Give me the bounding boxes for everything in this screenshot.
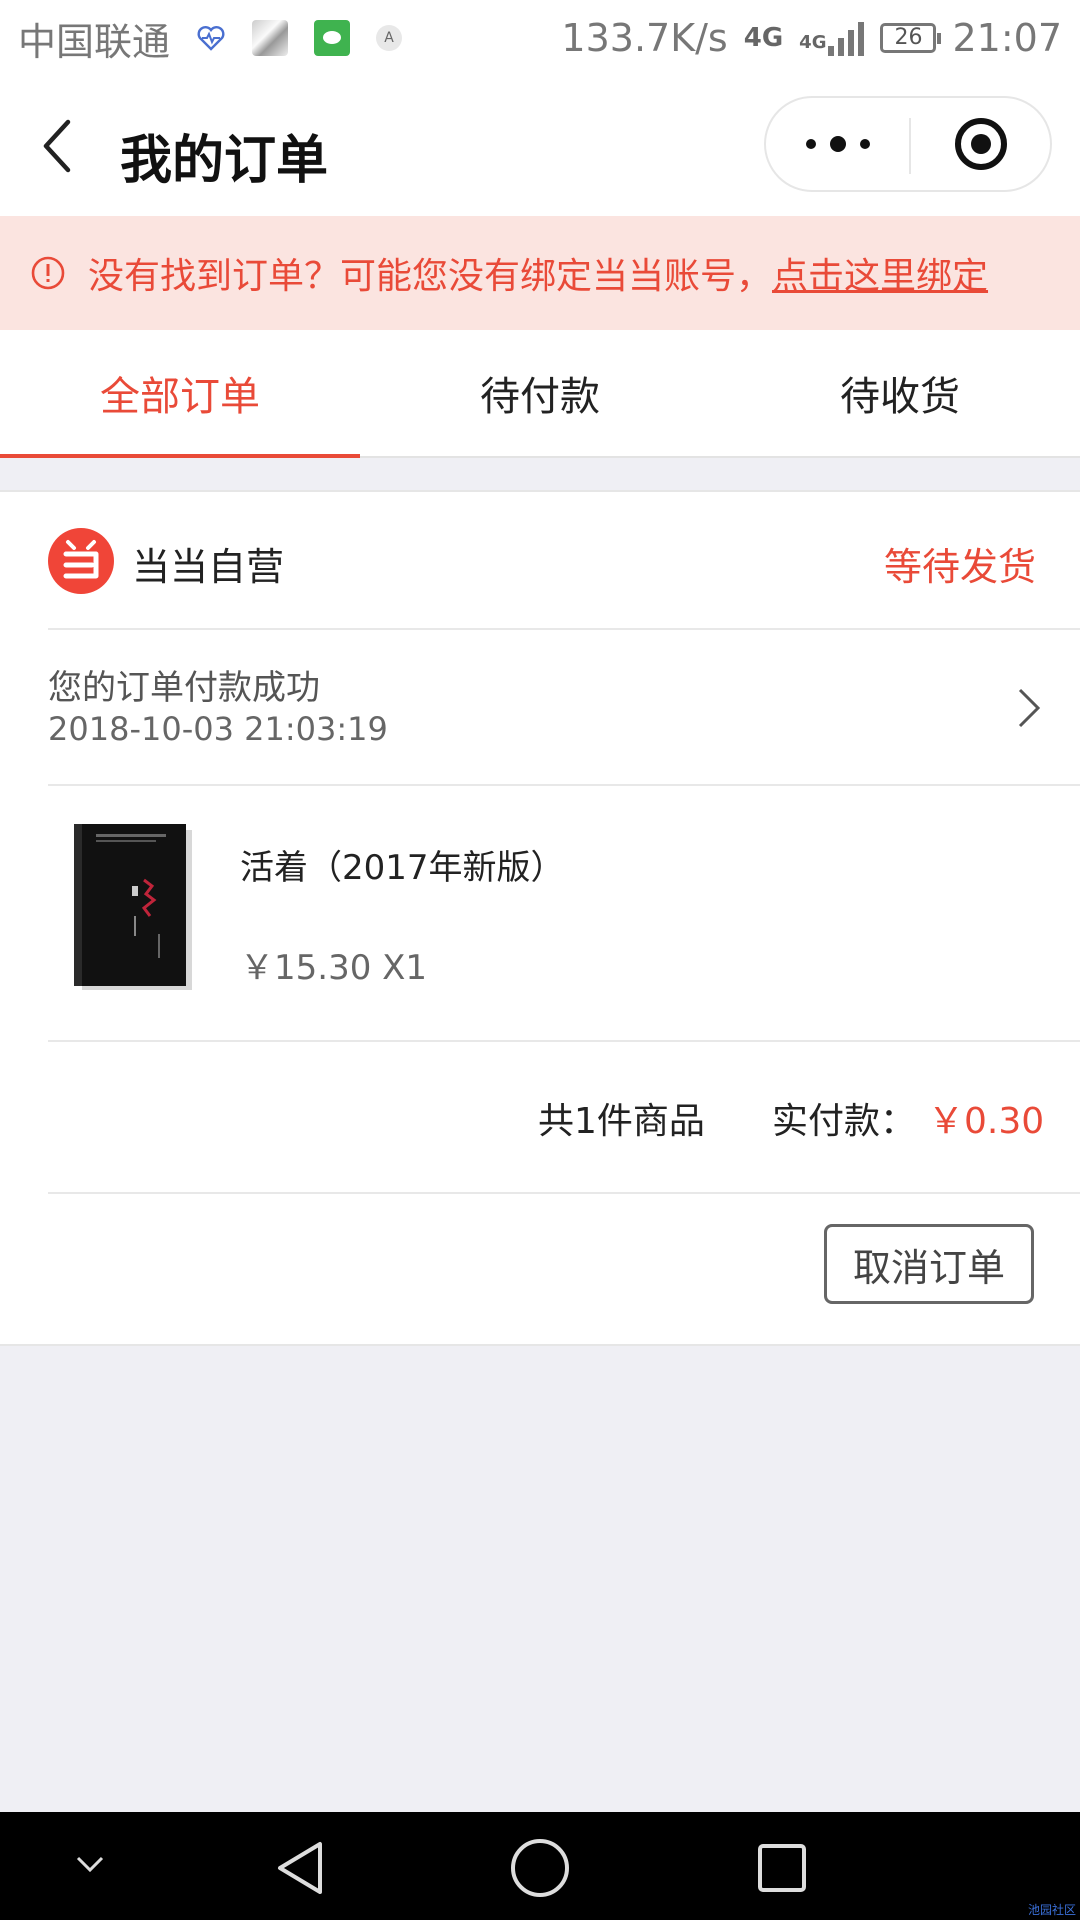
hide-keyboard-chevron-icon[interactable] xyxy=(72,1852,108,1876)
page-title: 我的订单 xyxy=(120,131,329,191)
order-time: 2018-10-03 21:03:19 xyxy=(48,710,388,748)
paid-label: 实付款： xyxy=(772,1101,917,1142)
bind-account-notice: 没有找到订单？可能您没有绑定当当账号， 点击这里绑定 xyxy=(0,216,1080,330)
product-price-qty: ￥15.30 X1 xyxy=(240,948,428,988)
miniprogram-capsule xyxy=(764,96,1052,192)
nav-bar: 我的订单 xyxy=(0,76,1080,216)
shop-name: 当当自营 xyxy=(132,545,285,589)
clock: 21:07 xyxy=(952,16,1062,60)
watermark: 池园社区 xyxy=(1027,1903,1076,1917)
order-actions: 取消订单 xyxy=(0,1194,1080,1346)
tab-all-orders[interactable]: 全部订单 xyxy=(0,330,360,458)
network-type-icon: 4G xyxy=(743,23,784,53)
order-message: 您的订单付款成功 xyxy=(48,668,320,708)
order-card[interactable]: 当当自营 等待发货 您的订单付款成功 2018-10-03 21:03:19 活… xyxy=(0,490,1080,1346)
system-nav-bar: 池园社区 xyxy=(0,1812,1080,1920)
shop-header: 当当自营 等待发货 xyxy=(0,492,1080,630)
product-name: 活着（2017年新版） xyxy=(240,848,565,888)
tab-pending-payment[interactable]: 待付款 xyxy=(360,330,720,456)
warning-icon xyxy=(31,256,65,290)
back-arrow-icon[interactable] xyxy=(36,116,82,176)
order-summary: 共1件商品 实付款： ￥0.30 xyxy=(0,1042,1080,1194)
network-type-icon-2: 4G xyxy=(799,32,827,53)
keyboard-notification-icon: A xyxy=(376,25,403,51)
more-dots-icon xyxy=(806,136,870,152)
health-icon xyxy=(197,26,225,51)
book-cover-image xyxy=(74,824,192,990)
order-message-row[interactable]: 您的订单付款成功 2018-10-03 21:03:19 xyxy=(0,630,1080,786)
battery-icon: 26 xyxy=(880,23,942,53)
close-miniprogram-button[interactable] xyxy=(911,98,1052,190)
carrier-label: 中国联通 xyxy=(18,19,171,64)
recents-square-icon[interactable] xyxy=(752,1838,812,1898)
paid-amount: ￥0.30 xyxy=(928,1101,1045,1142)
bind-account-link[interactable]: 点击这里绑定 xyxy=(772,247,988,299)
chevron-right-icon xyxy=(1018,688,1041,728)
tab-pending-receipt[interactable]: 待收货 xyxy=(720,330,1080,456)
gallery-notification-icon xyxy=(252,20,289,56)
close-target-icon xyxy=(955,118,1007,170)
back-triangle-icon[interactable] xyxy=(270,1838,330,1898)
home-circle-icon[interactable] xyxy=(508,1836,572,1900)
order-status: 等待发货 xyxy=(883,545,1036,589)
network-speed: 133.7K/s xyxy=(561,16,728,60)
page: 中国联通 A 133.7K/s 4G 4G 26 21:07 我的订单 没有找到… xyxy=(0,0,1080,1920)
notice-text: 没有找到订单？可能您没有绑定当当账号， xyxy=(88,256,773,297)
product-item[interactable]: 活着（2017年新版） ￥15.30 X1 xyxy=(0,786,1080,1042)
status-bar: 中国联通 A 133.7K/s 4G 4G 26 21:07 xyxy=(0,0,1080,76)
item-count: 共1件商品 xyxy=(538,1101,705,1142)
more-button[interactable] xyxy=(766,98,909,190)
signal-icon xyxy=(828,20,865,56)
order-tabs: 全部订单 待付款 待收货 xyxy=(0,330,1080,458)
wechat-notification-icon xyxy=(314,20,351,56)
cancel-order-button[interactable]: 取消订单 xyxy=(824,1224,1034,1304)
dangdang-logo-icon xyxy=(48,528,114,594)
